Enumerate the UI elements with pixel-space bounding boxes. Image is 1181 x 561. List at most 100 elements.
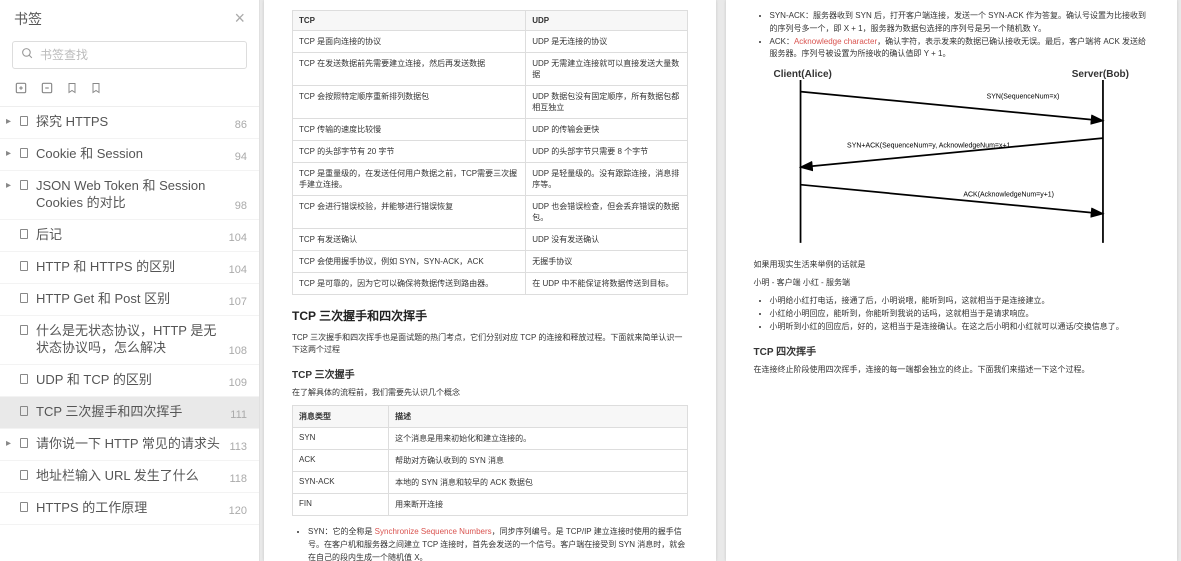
bookmark-item[interactable]: 什么是无状态协议，HTTP 是无状态协议吗，怎么解决108: [0, 316, 259, 365]
bookmark-item[interactable]: TCP 三次握手和四次挥手111: [0, 397, 259, 429]
diagram-server-label: Server(Bob): [1072, 69, 1129, 80]
bookmark-label: Cookie 和 Session: [36, 146, 229, 163]
table-row: ACK帮助对方确认收到的 SYN 消息: [293, 450, 688, 472]
paragraph: 如果用现实生活来举例的话就是: [754, 259, 1150, 271]
diagram-msg1: SYN(SequenceNum=x): [986, 94, 1059, 101]
page-icon: [18, 468, 32, 485]
list-item: SYN：它的全称是 Synchronize Sequence Numbers，同…: [308, 526, 688, 561]
table-cell: FIN: [293, 494, 389, 516]
bookmark-label: JSON Web Token 和 Session Cookies 的对比: [36, 178, 229, 212]
page-icon: [18, 436, 32, 453]
chevron-right-icon: [6, 468, 18, 470]
content-area: TCP UDP TCP 是面向连接的协议UDP 是无连接的协议TCP 在发送数据…: [260, 0, 1181, 561]
table-row: TCP 是面向连接的协议UDP 是无连接的协议: [293, 31, 688, 53]
chevron-right-icon: [6, 291, 18, 293]
table-header: 消息类型: [293, 406, 389, 428]
list-item: ACK：Acknowledge character，确认字符，表示发来的数据已确…: [770, 36, 1150, 62]
bookmark-page-number: 107: [223, 296, 247, 308]
bookmark-page-number: 109: [223, 377, 247, 389]
table-row: SYN-ACK本地的 SYN 消息和较早的 ACK 数据包: [293, 472, 688, 494]
table-cell: TCP 的头部字节有 20 字节: [293, 141, 526, 163]
bookmark-page-number: 118: [223, 473, 247, 485]
table-cell: 在 UDP 中不能保证将数据传送到目标。: [526, 273, 687, 295]
tcp-udp-table: TCP UDP TCP 是面向连接的协议UDP 是无连接的协议TCP 在发送数据…: [292, 10, 688, 295]
table-cell: TCP 传输的速度比较慢: [293, 119, 526, 141]
page-icon: [18, 259, 32, 276]
bookmark-list[interactable]: ▸探究 HTTPS86▸Cookie 和 Session94▸JSON Web …: [0, 106, 259, 561]
bookmark-label: 后记: [36, 227, 223, 244]
table-cell: TCP 是面向连接的协议: [293, 31, 526, 53]
bookmark-item[interactable]: HTTP 和 HTTPS 的区别104: [0, 252, 259, 284]
list-item: 小明给小红打电话，接通了后，小明说喂，能听到吗，这就相当于是连接建立。: [770, 295, 1150, 308]
bookmark-item[interactable]: ▸探究 HTTPS86: [0, 107, 259, 139]
table-header: TCP: [293, 11, 526, 31]
page-icon: [18, 291, 32, 308]
table-header: UDP: [526, 11, 687, 31]
paragraph: 小明 - 客户端 小红 - 服务端: [754, 277, 1150, 289]
bookmark-item[interactable]: 后记104: [0, 220, 259, 252]
bookmark-label: UDP 和 TCP 的区别: [36, 372, 223, 389]
paragraph: 在连接终止阶段使用四次挥手，连接的每一端都会独立的终止。下面我们来描述一下这个过…: [754, 364, 1150, 376]
page-icon: [18, 404, 32, 421]
bookmark-label: 什么是无状态协议，HTTP 是无状态协议吗，怎么解决: [36, 323, 223, 357]
bookmark-item[interactable]: UDP 和 TCP 的区别109: [0, 365, 259, 397]
bullet-list: SYN：它的全称是 Synchronize Sequence Numbers，同…: [308, 526, 688, 561]
diagram-client-label: Client(Alice): [774, 69, 832, 80]
table-cell: UDP 的头部字节只需要 8 个字节: [526, 141, 687, 163]
bookmark-item[interactable]: ▸JSON Web Token 和 Session Cookies 的对比98: [0, 171, 259, 220]
chevron-right-icon[interactable]: ▸: [6, 178, 18, 191]
table-cell: 这个消息是用来初始化和建立连接的。: [389, 428, 687, 450]
bookmark-item[interactable]: 地址栏输入 URL 发生了什么118: [0, 461, 259, 493]
page-icon: [18, 227, 32, 244]
search-input[interactable]: [40, 48, 238, 62]
chevron-right-icon[interactable]: ▸: [6, 114, 18, 127]
bookmark-outline-icon[interactable]: [90, 81, 102, 98]
table-cell: 帮助对方确认收到的 SYN 消息: [389, 450, 687, 472]
sidebar-header: 书签 ×: [0, 0, 259, 37]
highlight-text: Acknowledge character: [794, 37, 877, 46]
table-cell: UDP 数据包没有固定顺序，所有数据包都相互独立: [526, 86, 687, 119]
bookmark-item[interactable]: ▸请你说一下 HTTP 常见的请求头113: [0, 429, 259, 461]
table-row: TCP 传输的速度比较慢UDP 的传输会更快: [293, 119, 688, 141]
handshake-diagram: Client(Alice) Server(Bob) SYN(SequenceNu…: [754, 69, 1150, 245]
table-cell: UDP 是轻量级的。没有跟踪连接，消息排序等。: [526, 163, 687, 196]
table-row: SYN这个消息是用来初始化和建立连接的。: [293, 428, 688, 450]
search-container[interactable]: [12, 41, 247, 69]
bookmark-label: HTTP 和 HTTPS 的区别: [36, 259, 223, 276]
bullet-list: 小明给小红打电话，接通了后，小明说喂，能听到吗，这就相当于是连接建立。小红给小明…: [770, 295, 1150, 333]
chevron-right-icon: [6, 404, 18, 406]
remove-bookmark-icon[interactable]: [40, 81, 54, 98]
table-cell: UDP 的传输会更快: [526, 119, 687, 141]
search-icon: [21, 47, 34, 63]
chevron-right-icon: [6, 227, 18, 229]
section-heading: TCP 三次握手和四次挥手: [292, 307, 688, 324]
table-cell: 用来断开连接: [389, 494, 687, 516]
bookmark-toolbar: [0, 77, 259, 106]
table-cell: TCP 会进行错误校验，并能够进行错误恢复: [293, 196, 526, 229]
table-cell: UDP 也会错误检查，但会丢弃错误的数据包。: [526, 196, 687, 229]
table-cell: UDP 没有发送确认: [526, 229, 687, 251]
paragraph: 在了解具体的流程前，我们需要先认识几个概念: [292, 387, 688, 399]
bookmark-label: HTTP Get 和 Post 区别: [36, 291, 223, 308]
table-row: TCP 是重量级的，在发送任何用户数据之前，TCP需要三次握手建立连接。UDP …: [293, 163, 688, 196]
list-item: SYN-ACK：服务器收到 SYN 后，打开客户端连接，发送一个 SYN-ACK…: [770, 10, 1150, 36]
bookmark-page-number: 86: [229, 119, 247, 131]
subsection-heading: TCP 四次挥手: [754, 343, 1150, 358]
bookmark-page-number: 120: [223, 505, 247, 517]
table-cell: TCP 在发送数据前先需要建立连接，然后再发送数据: [293, 53, 526, 86]
table-row: TCP 在发送数据前先需要建立连接，然后再发送数据UDP 无需建立连接就可以直接…: [293, 53, 688, 86]
chevron-right-icon[interactable]: ▸: [6, 146, 18, 159]
chevron-right-icon[interactable]: ▸: [6, 436, 18, 449]
page-icon: [18, 372, 32, 389]
list-item: 小红给小明回应，能听到，你能听到我说的话吗，这就相当于是请求响应。: [770, 308, 1150, 321]
bookmarks-sidebar: 书签 × ▸探究 HTTPS86▸Cookie 和 Session94▸JSON…: [0, 0, 260, 561]
bookmark-item[interactable]: ▸Cookie 和 Session94: [0, 139, 259, 171]
add-bookmark-icon[interactable]: [14, 81, 28, 98]
subsection-heading: TCP 三次握手: [292, 366, 688, 381]
table-header: 描述: [389, 406, 687, 428]
bookmark-item[interactable]: HTTP Get 和 Post 区别107: [0, 284, 259, 316]
close-icon[interactable]: ×: [234, 8, 245, 29]
bookmark-page-number: 104: [223, 232, 247, 244]
bookmark-item[interactable]: HTTPS 的工作原理120: [0, 493, 259, 525]
bookmark-icon[interactable]: [66, 81, 78, 98]
